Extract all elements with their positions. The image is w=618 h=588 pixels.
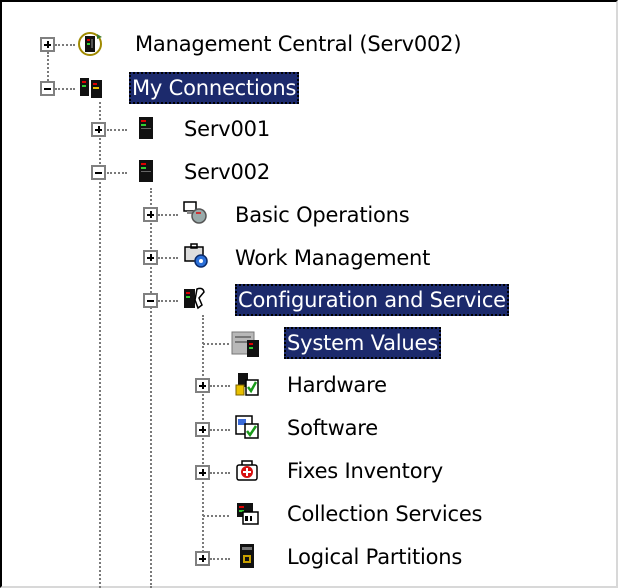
tree-connector (210, 472, 230, 474)
management-central-icon (78, 32, 102, 56)
tree-connector (107, 172, 127, 174)
navigation-tree: Management Central (Serv002) My Connecti… (0, 0, 618, 588)
tree-item-serv002[interactable]: Serv002 (181, 156, 273, 188)
tree-connector (158, 300, 178, 302)
expand-toggle[interactable] (143, 250, 158, 265)
tree-connector (210, 558, 230, 560)
tree-connector (203, 343, 229, 345)
tree-connector (158, 214, 178, 216)
hardware-icon (235, 373, 259, 396)
system-values-icon (231, 331, 259, 357)
tree-connector (158, 257, 178, 259)
expand-toggle[interactable] (195, 422, 210, 437)
software-icon (235, 415, 259, 439)
expand-toggle[interactable] (143, 207, 158, 222)
expand-toggle[interactable] (91, 122, 106, 137)
tree-connector (150, 188, 152, 588)
server-icon (139, 117, 153, 139)
expand-toggle[interactable] (40, 37, 55, 52)
tree-item-system-values[interactable]: System Values (284, 327, 441, 359)
tree-item-my-connections[interactable]: My Connections (129, 72, 300, 104)
tree-connector (202, 315, 204, 560)
tree-connector (210, 385, 230, 387)
collapse-toggle[interactable] (91, 165, 106, 180)
collapse-toggle[interactable] (143, 293, 158, 308)
configuration-service-icon (184, 287, 205, 310)
tree-connector (203, 515, 229, 517)
collapse-toggle[interactable] (40, 81, 55, 96)
tree-item-basic-operations[interactable]: Basic Operations (232, 199, 413, 231)
tree-item-serv001[interactable]: Serv001 (181, 113, 273, 145)
tree-item-work-management[interactable]: Work Management (232, 242, 433, 274)
tree-item-configuration-and-service[interactable]: Configuration and Service (235, 284, 509, 316)
basic-operations-icon (183, 201, 207, 224)
logical-partitions-icon (240, 544, 254, 568)
expand-toggle[interactable] (195, 465, 210, 480)
tree-connector (55, 44, 75, 46)
tree-item-logical-partitions[interactable]: Logical Partitions (284, 541, 465, 573)
connections-icon (80, 78, 102, 98)
tree-item-software[interactable]: Software (284, 412, 381, 444)
expand-toggle[interactable] (195, 378, 210, 393)
tree-item-collection-services[interactable]: Collection Services (284, 498, 485, 530)
tree-item-hardware[interactable]: Hardware (284, 369, 390, 401)
fixes-inventory-icon (236, 460, 258, 481)
collection-services-icon (237, 503, 259, 525)
work-management-icon (184, 243, 208, 268)
tree-connector (107, 129, 127, 131)
tree-item-fixes-inventory[interactable]: Fixes Inventory (284, 455, 446, 487)
server-icon (139, 160, 153, 182)
tree-item-management-central[interactable]: Management Central (Serv002) (132, 28, 464, 60)
expand-toggle[interactable] (195, 551, 210, 566)
tree-connector (55, 88, 75, 90)
tree-connector (210, 429, 230, 431)
